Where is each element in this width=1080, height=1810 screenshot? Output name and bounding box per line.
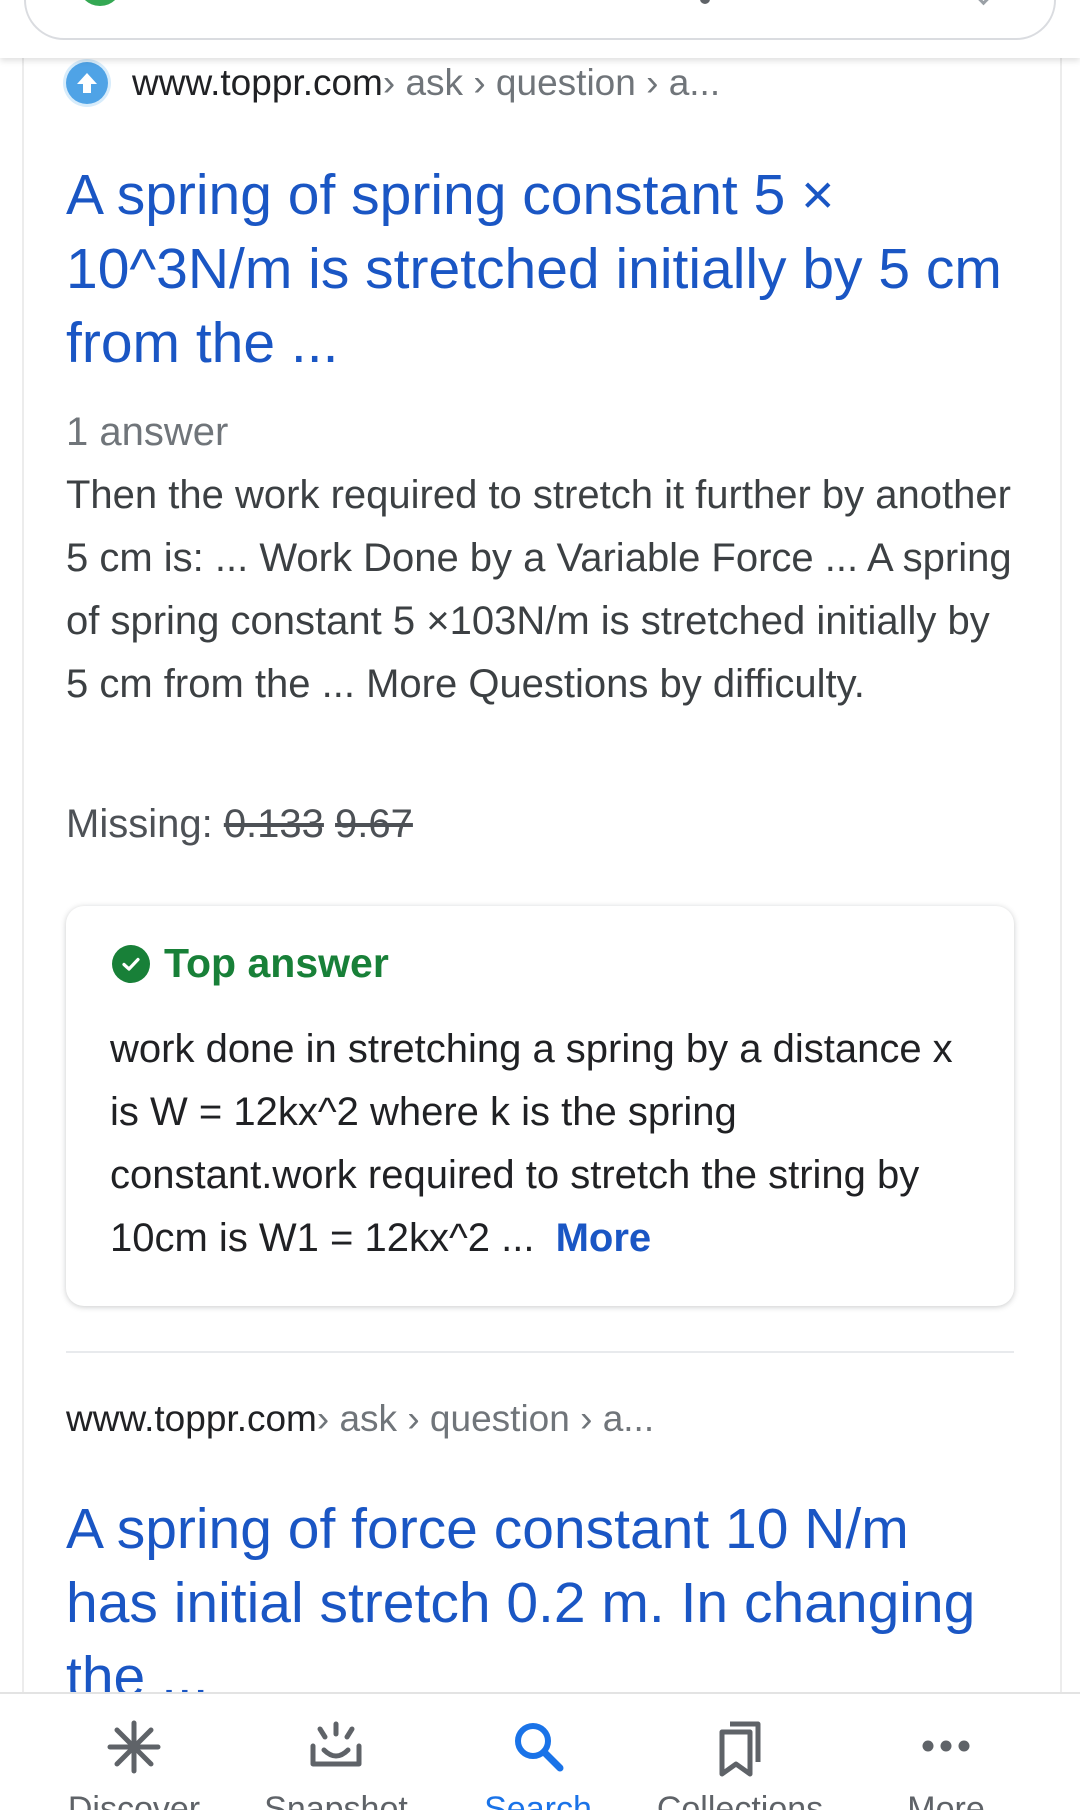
search-results-page: www.toppr.com › ask › question › a... A … <box>0 0 1080 1810</box>
nav-snapshot[interactable]: Snapshot <box>236 1694 436 1810</box>
top-answer-label: Top answer <box>164 940 389 986</box>
nav-search[interactable]: Search <box>438 1694 638 1810</box>
more-link[interactable]: More <box>556 1216 652 1260</box>
nav-label: More <box>907 1790 985 1810</box>
result-snippet-wrap: Then the work required to stretch it fur… <box>66 464 1016 716</box>
nav-label: Discover <box>67 1790 201 1810</box>
snapshot-icon <box>306 1718 366 1781</box>
answer-count: 1 answer <box>66 410 229 454</box>
top-answer-text-wrap: work done in stretching a spring by a di… <box>110 1018 990 1270</box>
nav-label: Collections <box>656 1790 824 1810</box>
result-title-wrap: A spring of force constant 10 N/m has in… <box>66 1492 1016 1714</box>
result-cite[interactable]: www.toppr.com › ask › question › a... <box>66 1398 1016 1440</box>
result-snippet: Then the work required to stretch it fur… <box>66 473 1012 706</box>
search-bar-container <box>0 0 1080 58</box>
bottom-nav-bar: Discover Snapshot Search Collections Mor… <box>0 1692 1080 1810</box>
cite-domain: www.toppr.com <box>132 62 383 103</box>
nav-label: Search <box>484 1790 592 1810</box>
result-missing-wrap: Missing: 0.133 9.67 <box>66 802 1016 847</box>
missing-label: Missing: <box>66 802 224 846</box>
asterisk-icon <box>105 1718 163 1781</box>
search-bar[interactable] <box>24 0 1056 40</box>
search-result: www.toppr.com › ask › question › a... <box>66 62 1016 104</box>
site-favicon-icon <box>66 62 108 104</box>
nav-discover[interactable]: Discover <box>34 1694 234 1810</box>
search-icon <box>510 1718 566 1779</box>
check-circle-icon <box>112 944 150 983</box>
result-title-wrap: A spring of spring constant 5 × 10^3N/m … <box>66 158 1016 380</box>
top-answer-text: work done in stretching a spring by a di… <box>110 1027 953 1260</box>
missing-term: 9.67 <box>335 802 413 846</box>
top-answer-header: Top answer <box>112 940 389 987</box>
top-answer-card[interactable]: Top answer work done in stretching a spr… <box>66 906 1014 1306</box>
result-title-link[interactable]: A spring of force constant 10 N/m has in… <box>66 1492 1016 1714</box>
result-title-link[interactable]: A spring of spring constant 5 × 10^3N/m … <box>66 158 1016 380</box>
cite-path: › ask › question › a... <box>316 1398 655 1439</box>
nav-more[interactable]: More <box>846 1694 1046 1810</box>
nav-label: Snapshot <box>264 1790 408 1810</box>
more-dots-icon <box>920 1718 972 1779</box>
missing-term: 0.133 <box>223 802 324 846</box>
cite-domain: www.toppr.com <box>66 1398 317 1439</box>
result-divider <box>66 1351 1014 1353</box>
missing-terms: Missing: 0.133 9.67 <box>66 802 1016 847</box>
cite-path: › ask › question › a... <box>382 62 721 103</box>
nav-collections[interactable]: Collections <box>640 1694 840 1810</box>
result-cite[interactable]: www.toppr.com › ask › question › a... <box>66 62 1016 104</box>
result-meta-wrap: 1 answer <box>66 406 1016 458</box>
search-result: www.toppr.com › ask › question › a... <box>66 1398 1016 1440</box>
bookmark-icon <box>714 1718 766 1783</box>
